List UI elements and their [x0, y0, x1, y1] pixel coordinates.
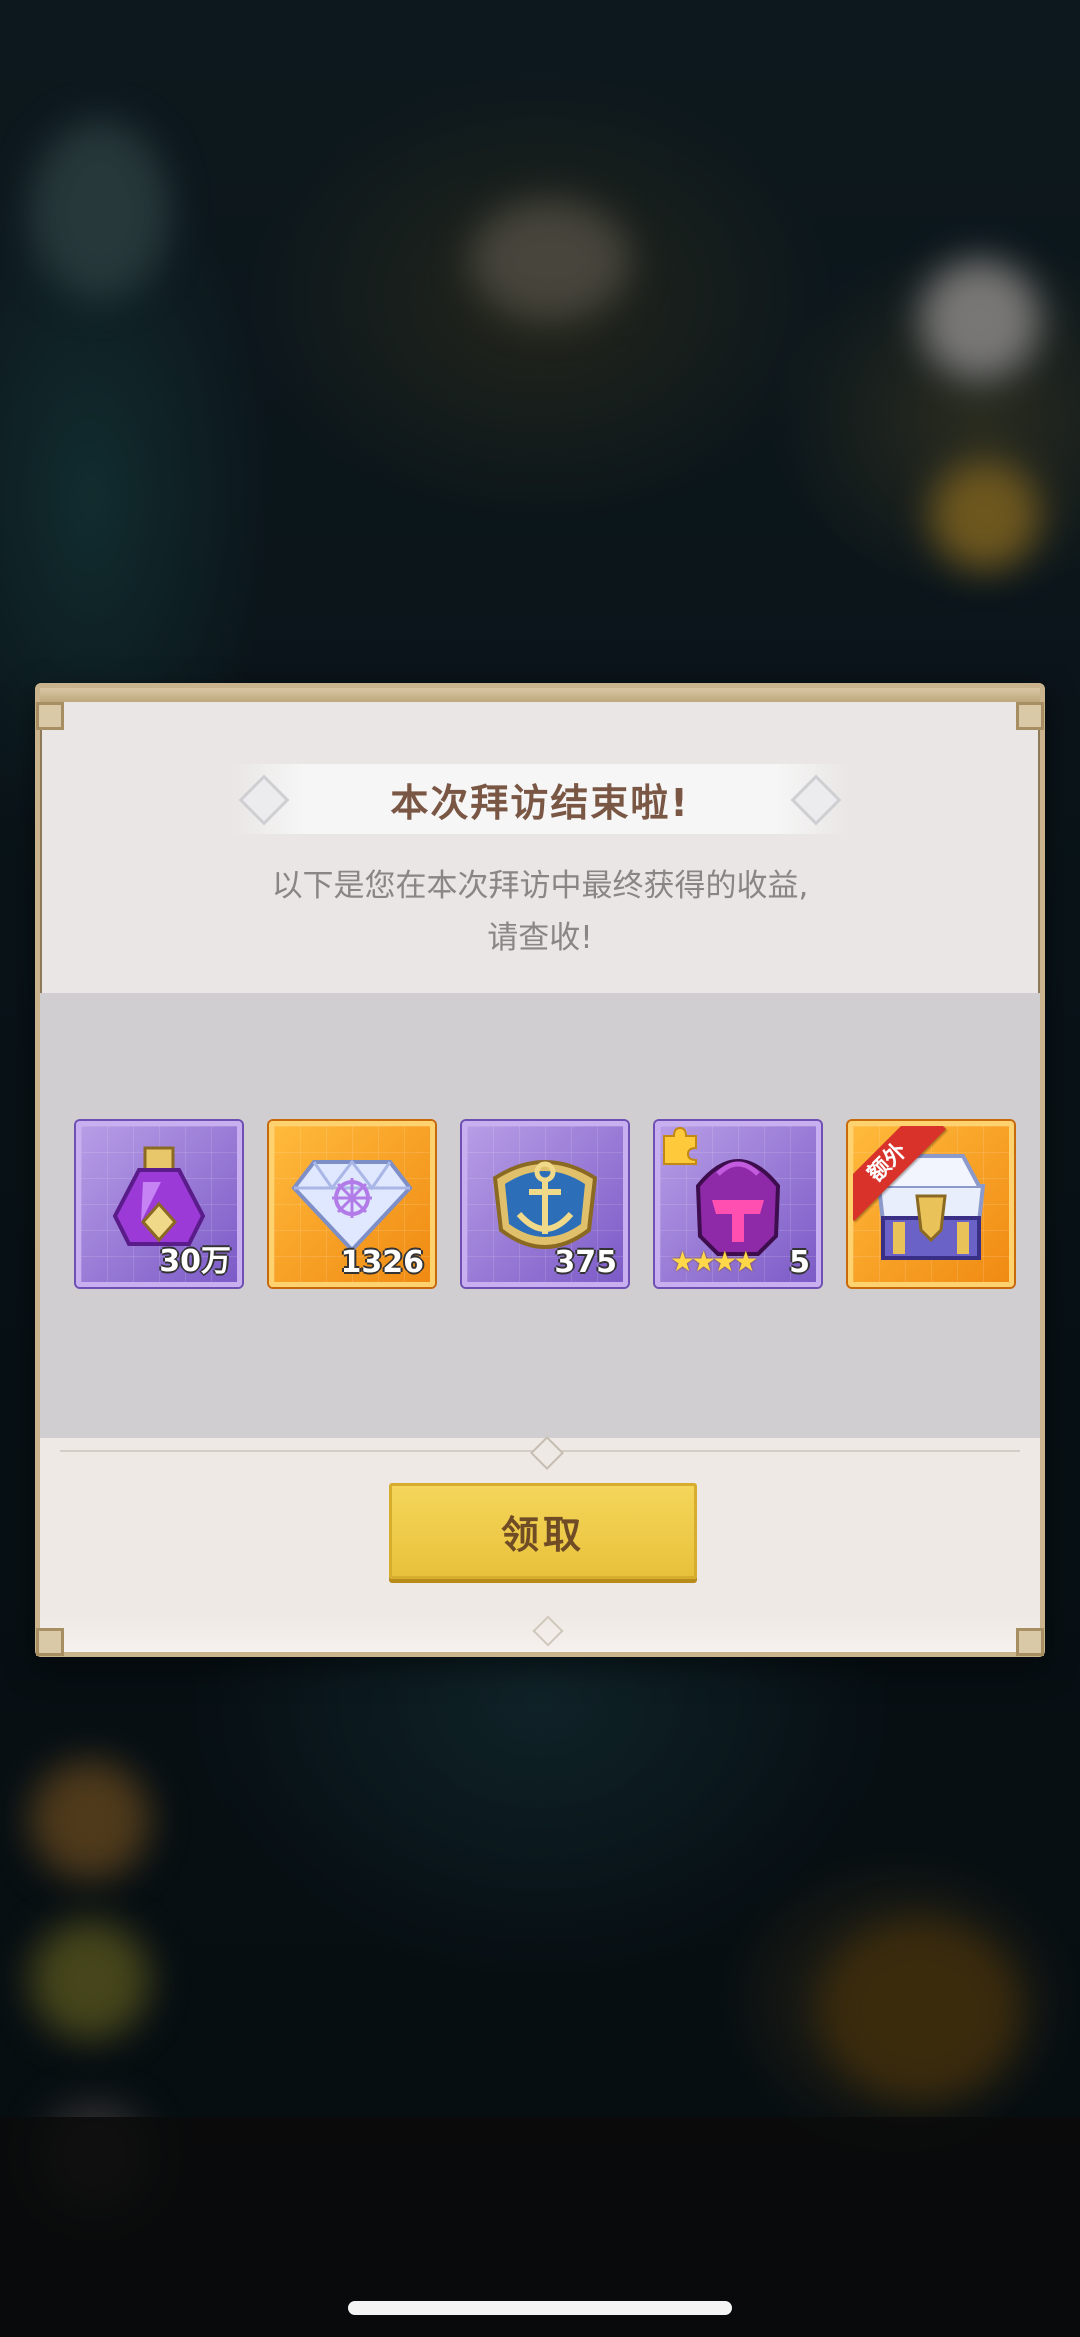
- visit-result-dialog: 本次拜访结束啦! 以下是您在本次拜访中最终获得的收益, 请查收! 30万 132…: [35, 683, 1045, 1657]
- dialog-top-trim: [40, 688, 1040, 702]
- divider-ornament: [530, 1436, 564, 1470]
- reward-count: 1326: [340, 1245, 425, 1280]
- corner-ornament: [1016, 1628, 1044, 1656]
- description-line: 请查收!: [487, 920, 593, 956]
- title-banner: 本次拜访结束啦!: [230, 764, 850, 834]
- dialog-footer: 领取: [40, 1436, 1040, 1652]
- puzzle-piece-icon: [663, 1126, 697, 1165]
- home-indicator[interactable]: [348, 2301, 732, 2315]
- description-line: 以下是您在本次拜访中最终获得的收益,: [271, 868, 809, 904]
- reward-item-helmet-fragment[interactable]: ★★★★ 5: [655, 1121, 821, 1287]
- corner-ornament: [1016, 702, 1044, 730]
- dialog-description: 以下是您在本次拜访中最终获得的收益, 请查收!: [40, 860, 1040, 964]
- reward-item-potion[interactable]: 30万: [76, 1121, 242, 1287]
- corner-ornament: [36, 1628, 64, 1656]
- reward-item-diamond[interactable]: 1326: [269, 1121, 435, 1287]
- reward-panel: 30万 1326 375 ★★★★ 5 额外: [40, 993, 1040, 1438]
- reward-count: 30万: [159, 1244, 231, 1279]
- reward-item-anchor-emblem[interactable]: 375: [462, 1121, 628, 1287]
- corner-ornament: [36, 702, 64, 730]
- claim-button[interactable]: 领取: [389, 1483, 697, 1579]
- dialog-title: 本次拜访结束啦!: [390, 780, 690, 825]
- reward-count: 375: [554, 1245, 617, 1280]
- reward-count: 5: [789, 1245, 810, 1280]
- star-rating: ★★★★: [670, 1245, 758, 1278]
- reward-item-treasure-chest[interactable]: 额外: [848, 1121, 1014, 1287]
